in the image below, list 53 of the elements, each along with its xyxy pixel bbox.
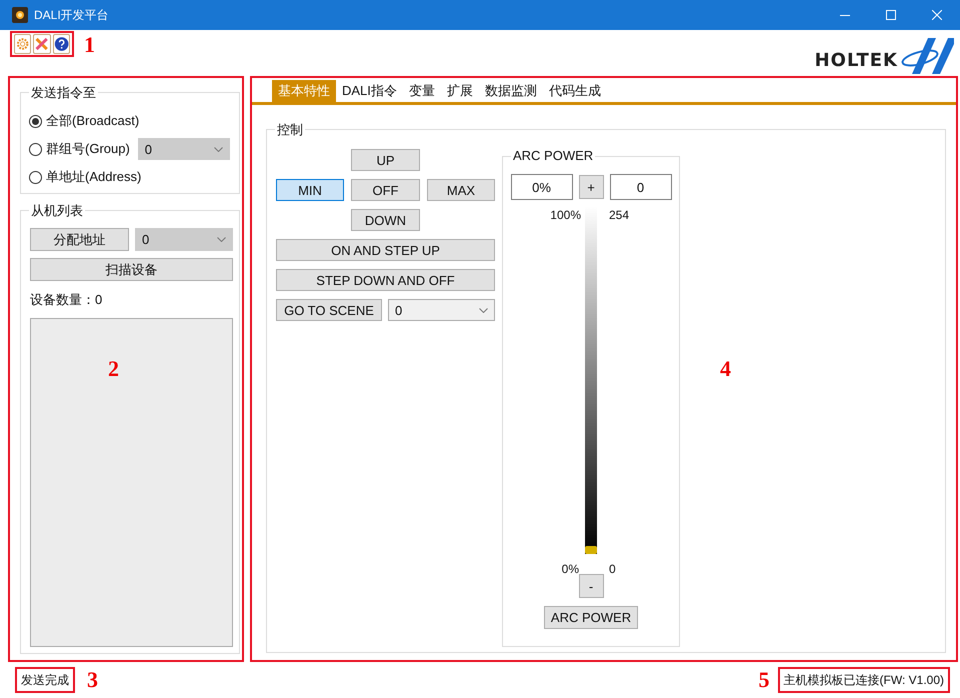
command-button[interactable]: OFF: [351, 179, 420, 201]
scene-dropdown[interactable]: 0: [388, 299, 495, 321]
decrease-button[interactable]: -: [578, 574, 604, 598]
command-button[interactable]: DOWN: [351, 209, 420, 231]
command-button[interactable]: MAX: [427, 179, 495, 201]
arc-power-button[interactable]: ARC POWER: [544, 606, 638, 629]
radio-option[interactable]: 全部(Broadcast): [29, 111, 140, 131]
close-icon[interactable]: [932, 10, 942, 20]
scale-label: 254: [609, 208, 630, 222]
radio-option[interactable]: 群组号(Group): [29, 139, 130, 159]
value-field[interactable]: 0: [610, 174, 672, 200]
window-title: DALI开发平台: [34, 6, 109, 24]
gear-icon[interactable]: [14, 34, 32, 54]
callout-number: 4: [720, 356, 731, 382]
group-title: 控制: [275, 121, 305, 139]
callout-number: 3: [87, 667, 98, 693]
logo-text: HOLTEK: [814, 50, 898, 71]
maximize-icon[interactable]: [886, 10, 896, 20]
tab[interactable]: 数据监测: [478, 80, 543, 102]
scale-label: 0%: [560, 562, 579, 576]
device-count: 设备数量：0: [30, 291, 104, 309]
caret-icon: [479, 308, 488, 312]
command-button[interactable]: UP: [351, 149, 420, 171]
command-button[interactable]: STEP DOWN AND OFF: [276, 269, 495, 291]
radio-option[interactable]: 单地址(Address): [29, 167, 142, 187]
scan-devices-button[interactable]: 扫描设备: [30, 258, 233, 281]
address-dropdown[interactable]: 0: [135, 228, 233, 251]
tools-icon[interactable]: [33, 34, 51, 54]
caret-icon: [217, 237, 226, 242]
tab[interactable]: 变量: [402, 80, 441, 102]
connection-status: 主机模拟板已连接(FW: V1.00): [778, 667, 950, 693]
group-title: ARC POWER: [511, 148, 596, 163]
group-title: 从机列表: [29, 202, 85, 220]
callout-number: 1: [84, 32, 95, 58]
tab[interactable]: DALI指令: [336, 80, 403, 102]
command-button[interactable]: MIN: [276, 179, 344, 201]
assign-address-button[interactable]: 分配地址: [30, 228, 129, 251]
go-to-scene-button[interactable]: GO TO SCENE: [276, 299, 382, 321]
help-icon[interactable]: [52, 34, 70, 54]
slider-thumb[interactable]: [585, 546, 597, 554]
app-icon: [12, 7, 28, 23]
group-title: 发送指令至: [29, 84, 98, 102]
caret-icon: [214, 146, 223, 152]
tab[interactable]: 扩展: [440, 80, 479, 102]
callout-number: 5: [758, 667, 770, 693]
scale-label: 0: [609, 562, 617, 576]
tab[interactable]: 代码生成: [542, 80, 607, 102]
percent-field[interactable]: 0%: [510, 174, 572, 200]
scale-label: 100%: [549, 208, 581, 222]
command-button[interactable]: ON AND STEP UP: [276, 239, 495, 261]
callout-number: 2: [108, 356, 119, 382]
increase-button[interactable]: +: [578, 175, 604, 199]
status-message: 发送完成: [15, 667, 75, 693]
